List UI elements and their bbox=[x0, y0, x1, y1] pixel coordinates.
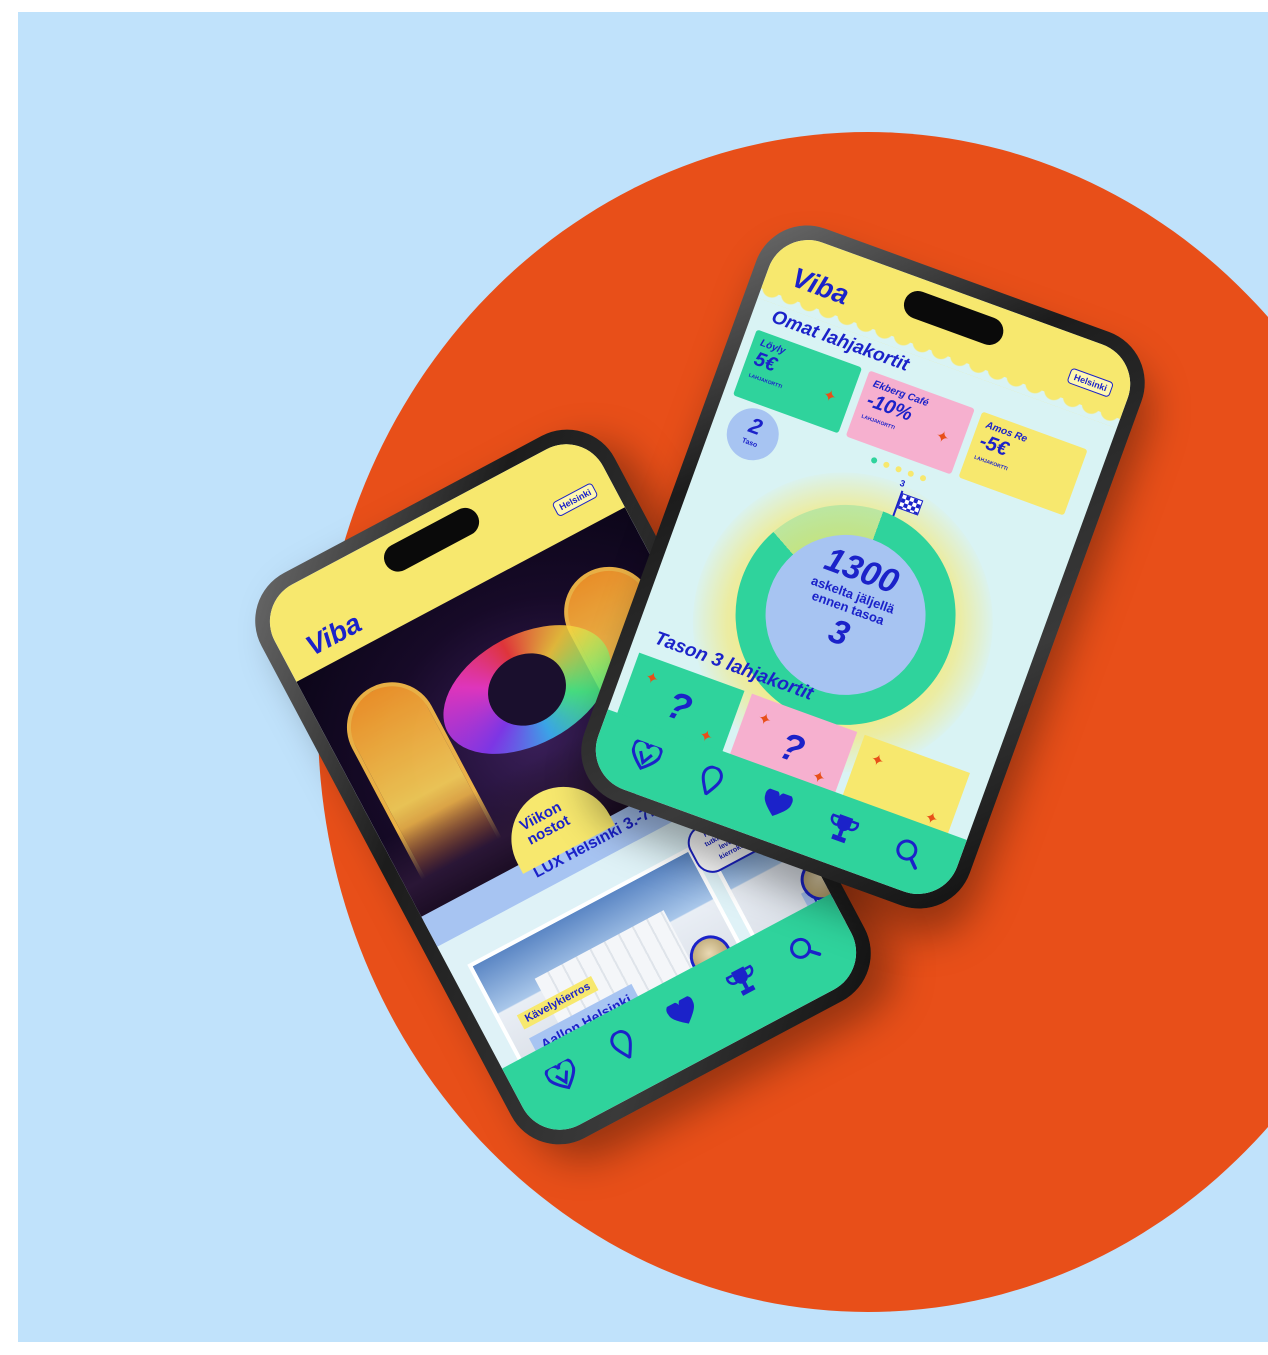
sparkle-icon: ✦ bbox=[755, 709, 774, 731]
heart-outline-icon[interactable] bbox=[623, 735, 667, 779]
heart-outline-icon[interactable] bbox=[540, 1054, 586, 1100]
sparkle-icon: ✦ bbox=[867, 750, 887, 772]
carousel-dot[interactable] bbox=[894, 465, 903, 474]
trophy-icon[interactable] bbox=[720, 958, 766, 1004]
heart-filled-icon[interactable] bbox=[660, 990, 706, 1036]
sparkle-icon: ✦ bbox=[642, 668, 661, 690]
carousel-dot[interactable] bbox=[919, 474, 927, 483]
background: Viba Helsinki Viikon nostot LUX Helsinki… bbox=[18, 12, 1268, 1342]
location-pin-icon[interactable] bbox=[689, 759, 733, 803]
carousel-dot[interactable] bbox=[882, 460, 891, 469]
location-pin-icon[interactable] bbox=[600, 1022, 646, 1068]
heart-filled-icon[interactable] bbox=[755, 783, 799, 827]
carousel-dot[interactable] bbox=[906, 469, 915, 478]
trophy-icon[interactable] bbox=[820, 807, 864, 851]
mystery-mark: ? bbox=[773, 724, 810, 772]
helsinki-badge: Helsinki bbox=[1066, 367, 1115, 398]
search-icon[interactable] bbox=[780, 926, 826, 972]
search-icon[interactable] bbox=[886, 831, 930, 875]
helsinki-badge: Helsinki bbox=[551, 482, 599, 518]
mystery-mark: ? bbox=[660, 683, 698, 731]
carousel-dot[interactable] bbox=[870, 456, 878, 465]
